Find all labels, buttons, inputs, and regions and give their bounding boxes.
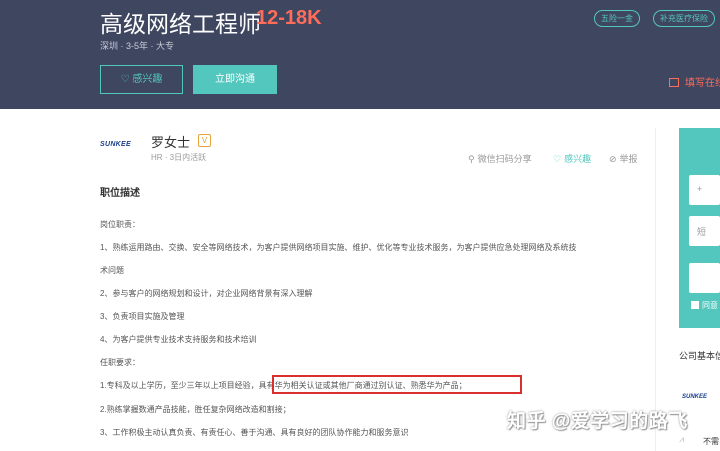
divider: [655, 128, 656, 451]
job-header: 高级网络工程师 12-18K 深圳 · 3-5年 · 大专 五险一金 补充医疗保…: [0, 0, 720, 109]
heart-icon: ♡: [553, 154, 562, 164]
sms-code-input[interactable]: 短: [689, 216, 720, 246]
company-info-text: 不需: [703, 437, 719, 446]
description-line: 2.熟练掌握数通产品技能，胜任复杂网络改造和割接；: [100, 405, 291, 414]
section-title: 职位描述: [100, 188, 140, 199]
online-resume-link[interactable]: 填写在线: [669, 74, 720, 89]
description-line: 术问题: [100, 266, 124, 275]
benefit-tag: 五险一金: [594, 10, 640, 27]
phone-input[interactable]: +: [689, 175, 720, 205]
sms-icon: 短: [697, 227, 707, 237]
share-label: 微信扫码分享: [477, 154, 532, 164]
highlight-box: [272, 375, 522, 394]
verified-badge: V: [198, 134, 211, 147]
favorite-label: 感兴趣: [564, 154, 592, 164]
description-line: 任职要求：: [100, 358, 140, 367]
benefit-tag: 补充医疗保险: [653, 10, 715, 27]
chat-now-button[interactable]: 立即沟通: [193, 65, 277, 94]
description-line: 3、工作积极主动认真负责、有责任心、善于沟通、具有良好的团队协作能力和服务意识: [100, 428, 409, 437]
recruiter-info: HR · 3日内活跃: [151, 153, 207, 162]
share-button[interactable]: ⚲ 微信扫码分享: [468, 152, 532, 165]
description-line: 1、熟练运用路由、交换、安全等网络技术，为客户提供网络项目实施、维护、优化等专业…: [100, 243, 577, 252]
company-info-title: 公司基本信: [679, 351, 720, 361]
favorite-button[interactable]: ♡ 感兴趣: [553, 152, 591, 165]
recruiter-name: 罗女士: [151, 135, 191, 150]
description-line: 2、参与客户的网络规划和设计，对企业网络背景有深入理解: [100, 289, 313, 298]
link-icon: ⚲: [468, 154, 475, 164]
description-line: 4、为客户提供专业技术支持服务和技术培训: [100, 335, 257, 344]
company-logo: SUNKEE: [100, 141, 131, 148]
interest-button[interactable]: ♡ 感兴趣: [100, 65, 183, 94]
report-icon: ⊘: [609, 154, 617, 164]
plus-icon: +: [697, 184, 703, 194]
chart-icon: ⩘: [679, 434, 685, 444]
agree-checkbox[interactable]: [691, 301, 699, 309]
submit-field[interactable]: [689, 263, 720, 293]
company-logo-small: SUNKEE: [682, 394, 708, 400]
job-title: 高级网络工程师: [100, 11, 261, 37]
edit-icon: [669, 78, 679, 87]
description-line: 岗位职责：: [100, 220, 140, 229]
watermark: 知乎 @爱学习的路飞: [507, 411, 688, 432]
report-label: 举报: [619, 154, 638, 164]
report-button[interactable]: ⊘ 举报: [609, 152, 638, 165]
salary: 12-18K: [256, 7, 322, 29]
description-line: 3、负责项目实施及管理: [100, 312, 185, 321]
job-meta: 深圳 · 3-5年 · 大专: [100, 41, 175, 51]
online-resume-label: 填写在线: [685, 78, 720, 89]
agree-label: 同意: [702, 301, 718, 310]
